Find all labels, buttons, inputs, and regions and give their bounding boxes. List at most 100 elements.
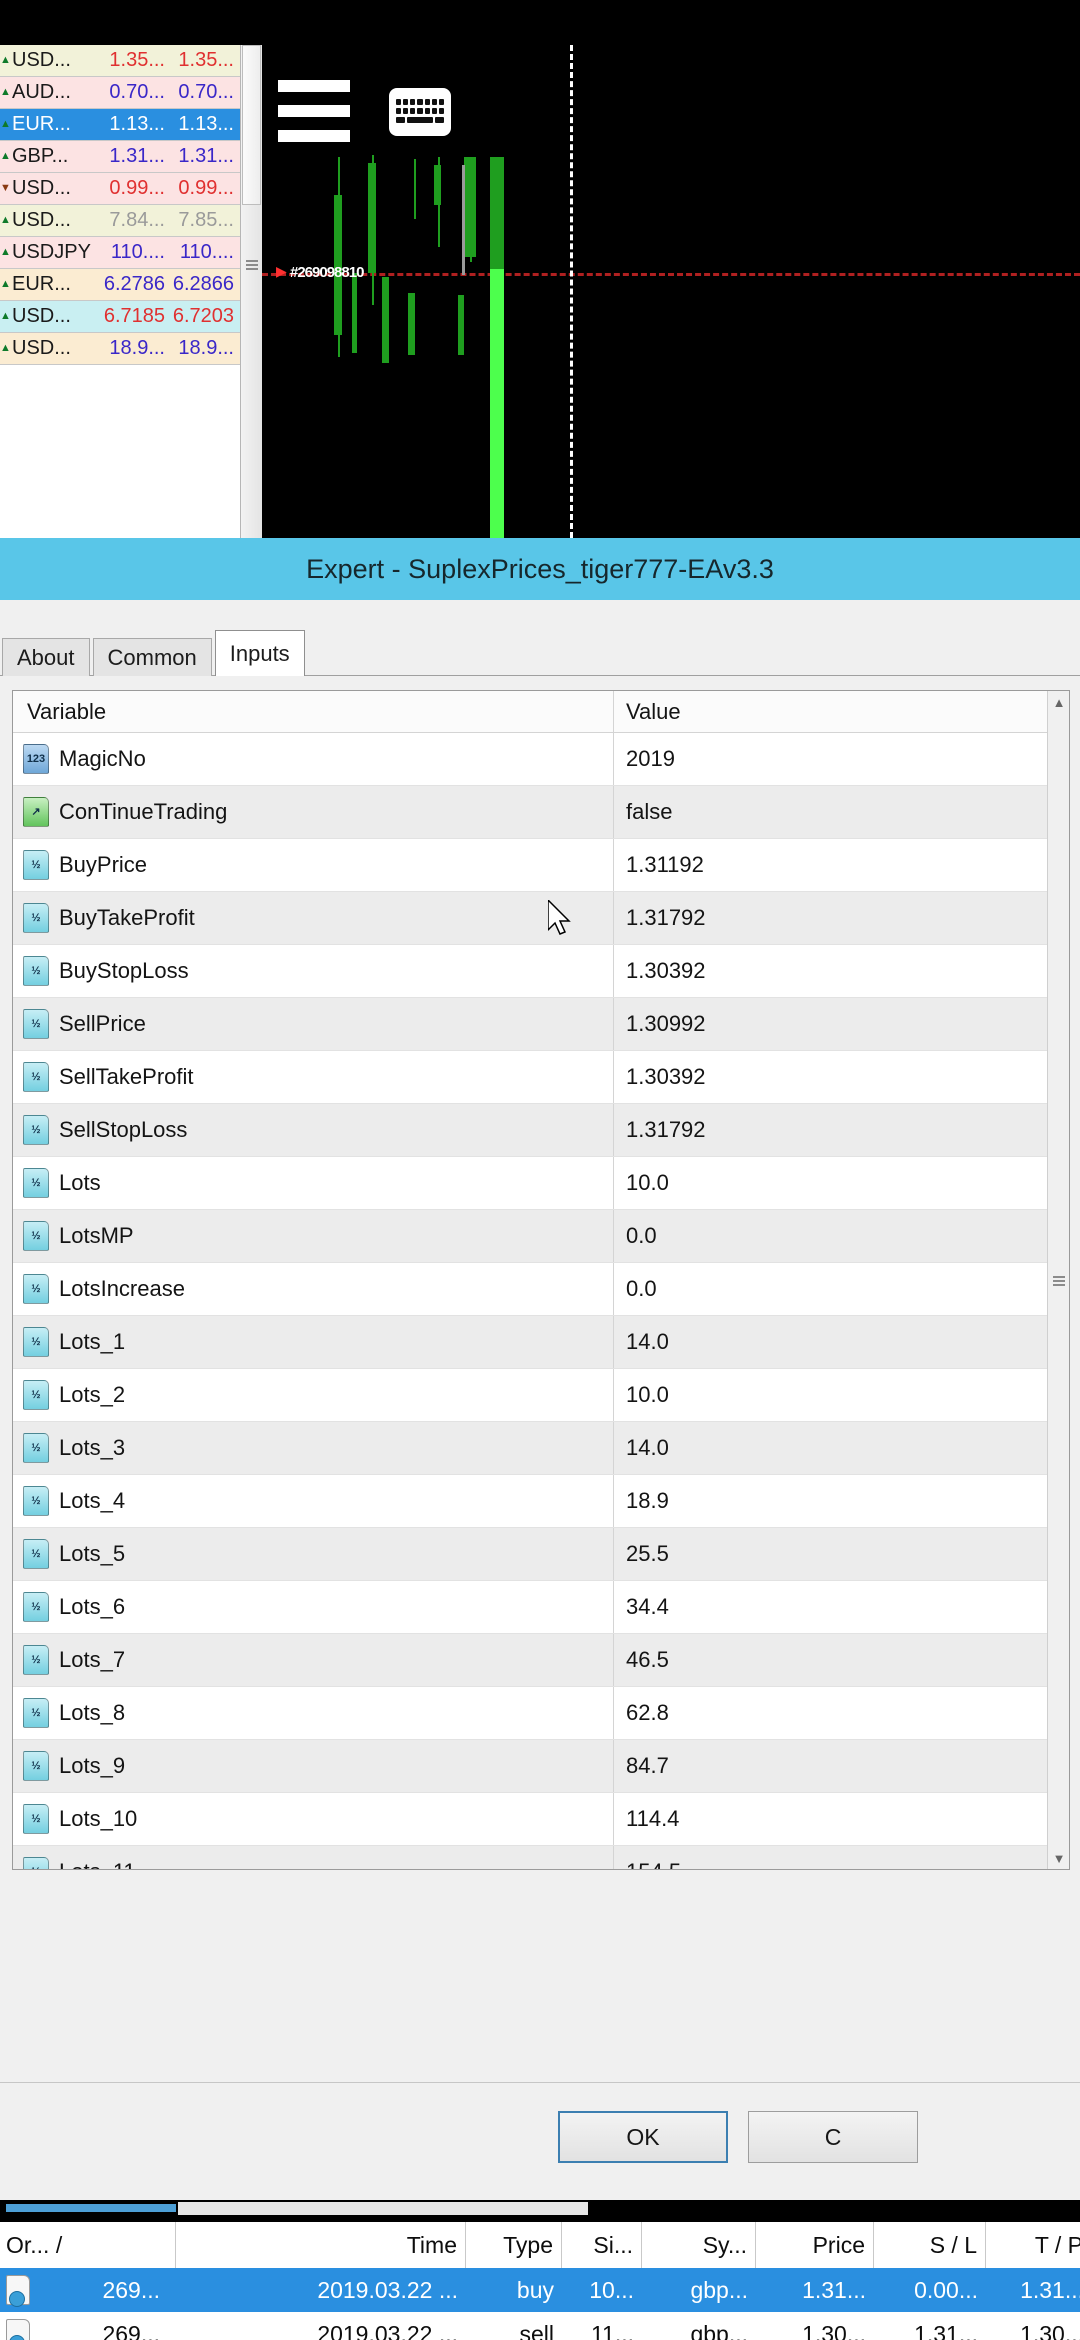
terminal-cell-symbol: gbp... — [642, 2312, 756, 2340]
market-watch-row[interactable]: ▼USD...0.99...0.99... — [0, 173, 240, 205]
input-value-cell[interactable]: 62.8 — [613, 1687, 1069, 1739]
terminal-column-header[interactable]: Sy... — [642, 2222, 756, 2268]
hamburger-menu-icon[interactable] — [278, 80, 350, 142]
dbl-type-icon: ½ — [23, 1698, 49, 1728]
input-row[interactable]: ½Lots_10114.4 — [13, 1793, 1069, 1846]
input-value-cell[interactable]: 14.0 — [613, 1422, 1069, 1474]
input-row[interactable]: ½LotsMP0.0 — [13, 1210, 1069, 1263]
terminal-cell-time: 2019.03.22 ... — [176, 2268, 466, 2312]
scroll-grip-icon[interactable] — [1053, 1276, 1065, 1288]
input-value-cell[interactable]: 10.0 — [613, 1369, 1069, 1421]
table-row[interactable]: 269...2019.03.22 ...buy10...gbp...1.31..… — [0, 2268, 1080, 2312]
input-value-cell[interactable]: 1.30392 — [613, 945, 1069, 997]
input-value-cell[interactable]: 1.31792 — [613, 1104, 1069, 1156]
market-watch-row[interactable]: ▲USD...1.35...1.35... — [0, 45, 240, 77]
input-row[interactable]: 123MagicNo2019 — [13, 733, 1069, 786]
input-row[interactable]: ½Lots_11154.5 — [13, 1846, 1069, 1870]
inputs-grid[interactable]: Variable Value 123MagicNo2019↗ConTinueTr… — [12, 690, 1070, 1870]
scroll-down-arrow-icon[interactable]: ▼ — [1048, 1847, 1070, 1869]
scroll-up-arrow-icon[interactable]: ▲ — [1048, 691, 1070, 713]
terminal-tab-active-indicator[interactable] — [6, 2204, 176, 2212]
tab-common[interactable]: Common — [93, 638, 212, 676]
market-watch-row[interactable]: ▲AUD...0.70...0.70... — [0, 77, 240, 109]
market-watch-row[interactable]: ▲EUR...1.13...1.13... — [0, 109, 240, 141]
input-value-cell[interactable]: 2019 — [613, 733, 1069, 785]
input-row[interactable]: ½LotsIncrease0.0 — [13, 1263, 1069, 1316]
input-value-cell[interactable]: 1.31192 — [613, 839, 1069, 891]
input-row[interactable]: ½BuyTakeProfit1.31792 — [13, 892, 1069, 945]
inputs-grid-scrollbar[interactable]: ▲ ▼ — [1047, 691, 1069, 1869]
input-row[interactable]: ½Lots_114.0 — [13, 1316, 1069, 1369]
input-row[interactable]: ↗ConTinueTradingfalse — [13, 786, 1069, 839]
input-value-cell[interactable]: 114.4 — [613, 1793, 1069, 1845]
terminal-tab-inactive-area[interactable] — [178, 2202, 588, 2215]
terminal-column-header[interactable]: S / L — [874, 2222, 986, 2268]
table-row[interactable]: 269...2019.03.22 ...sell11...gbp...1.30.… — [0, 2312, 1080, 2340]
dialog-tab-strip[interactable]: AboutCommonInputs — [0, 628, 1080, 676]
market-watch-row[interactable]: ▲USD...7.84...7.85... — [0, 205, 240, 237]
terminal-column-header[interactable]: Type — [466, 2222, 562, 2268]
input-value-cell[interactable]: 34.4 — [613, 1581, 1069, 1633]
input-row[interactable]: ½SellStopLoss1.31792 — [13, 1104, 1069, 1157]
input-row[interactable]: ½Lots10.0 — [13, 1157, 1069, 1210]
input-value-cell[interactable]: 46.5 — [613, 1634, 1069, 1686]
input-row[interactable]: ½Lots_525.5 — [13, 1528, 1069, 1581]
input-row[interactable]: ½Lots_418.9 — [13, 1475, 1069, 1528]
input-row[interactable]: ½Lots_862.8 — [13, 1687, 1069, 1740]
market-watch-scrollbar[interactable] — [240, 45, 262, 538]
terminal-column-header[interactable]: T / P — [986, 2222, 1080, 2268]
market-watch-row[interactable]: ▲EUR...6.27866.2866 — [0, 269, 240, 301]
input-row[interactable]: ½Lots_746.5 — [13, 1634, 1069, 1687]
terminal-column-headers[interactable]: Or... /TimeTypeSi...Sy...PriceS / LT / P… — [0, 2222, 1080, 2268]
input-row[interactable]: ½Lots_210.0 — [13, 1369, 1069, 1422]
candle-body — [352, 273, 357, 353]
dbl-type-icon: ½ — [23, 1009, 49, 1039]
input-name-cell: ½Lots_6 — [13, 1592, 613, 1622]
candle-body — [490, 157, 504, 269]
tab-inputs[interactable]: Inputs — [215, 630, 305, 676]
input-name-cell: ½Lots_9 — [13, 1751, 613, 1781]
market-watch-splitter-grip[interactable] — [246, 260, 258, 272]
input-value-cell[interactable]: 25.5 — [613, 1528, 1069, 1580]
inputs-grid-body[interactable]: 123MagicNo2019↗ConTinueTradingfalse ½ BuyP… — [13, 733, 1069, 1870]
ok-button[interactable]: OK — [558, 2111, 728, 2163]
input-value-cell[interactable]: 1.30992 — [613, 998, 1069, 1050]
input-value-cell[interactable]: 14.0 — [613, 1316, 1069, 1368]
input-value-cell[interactable]: 10.0 — [613, 1157, 1069, 1209]
input-value-cell[interactable]: 1.30392 — [613, 1051, 1069, 1103]
input-row[interactable]: ½BuyStopLoss1.30392 — [13, 945, 1069, 998]
input-value-cell[interactable]: 1.31792 — [613, 892, 1069, 944]
cancel-button[interactable]: C — [748, 2111, 918, 2163]
input-row[interactable]: ½Lots_634.4 — [13, 1581, 1069, 1634]
terminal-column-header[interactable]: Price — [756, 2222, 874, 2268]
input-value-cell[interactable]: 0.0 — [613, 1263, 1069, 1315]
input-row[interactable]: ½SellPrice1.30992 — [13, 998, 1069, 1051]
terminal-column-header[interactable]: Or... / — [0, 2222, 176, 2268]
input-row[interactable]: ½Lots_314.0 — [13, 1422, 1069, 1475]
input-row[interactable]: ½Lots_984.7 — [13, 1740, 1069, 1793]
terminal-column-header[interactable]: Si... — [562, 2222, 642, 2268]
input-row[interactable]: ½SellTakeProfit1.30392 — [13, 1051, 1069, 1104]
ask-value: 6.7203 — [171, 305, 240, 328]
terminal-tab-bar[interactable] — [0, 2200, 1080, 2218]
market-watch-scroll-thumb[interactable] — [242, 45, 261, 205]
market-watch-row[interactable]: ▲USDJPY110....110.... — [0, 237, 240, 269]
market-watch-row[interactable]: ▲USD...6.71856.7203 — [0, 301, 240, 333]
keyboard-icon[interactable] — [389, 88, 451, 136]
input-value-cell[interactable]: 84.7 — [613, 1740, 1069, 1792]
input-value-cell[interactable]: 0.0 — [613, 1210, 1069, 1262]
ask-value: 1.13... — [171, 113, 240, 136]
terminal-column-header[interactable]: Time — [176, 2222, 466, 2268]
trend-arrow-icon: ▲ — [0, 215, 10, 226]
price-chart[interactable]: ▶ #269098810 — [262, 45, 1080, 538]
input-value-cell[interactable]: false — [613, 786, 1069, 838]
market-watch-row[interactable]: ▲USD...18.9...18.9... — [0, 333, 240, 365]
market-watch-row[interactable]: ▲GBP...1.31...1.31... — [0, 141, 240, 173]
ask-value: 0.70... — [171, 81, 240, 104]
tab-about[interactable]: About — [2, 638, 90, 676]
input-row[interactable]: ½BuyPrice1.31192 — [13, 839, 1069, 892]
input-value-cell[interactable]: 154.5 — [613, 1846, 1069, 1870]
market-watch-list[interactable]: ▲USD...1.35...1.35...▲AUD...0.70...0.70.… — [0, 45, 240, 538]
input-name-label: BuyPrice — [59, 852, 147, 878]
input-value-cell[interactable]: 18.9 — [613, 1475, 1069, 1527]
